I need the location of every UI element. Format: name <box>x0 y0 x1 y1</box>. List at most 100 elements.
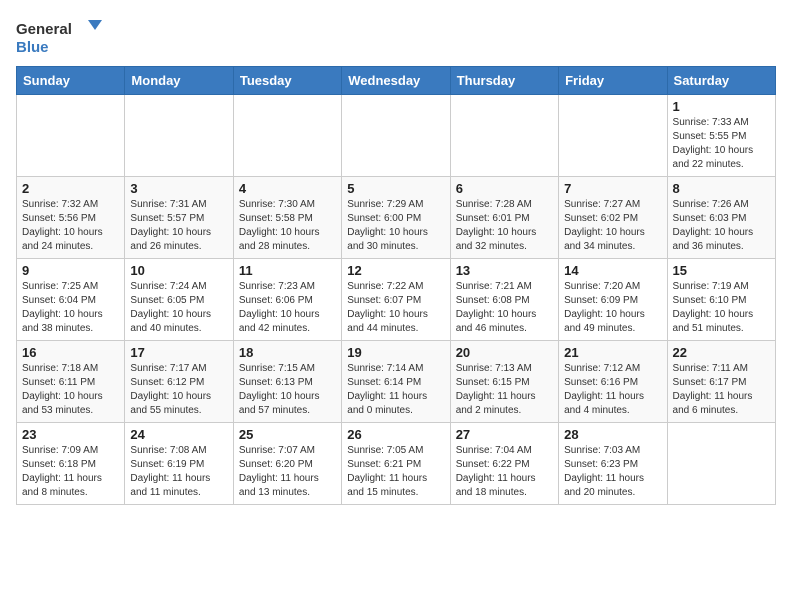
day-number: 18 <box>239 345 336 360</box>
calendar-cell: 26 Sunrise: 7:05 AM Sunset: 6:21 PM Dayli… <box>342 423 450 505</box>
calendar-cell <box>342 95 450 177</box>
calendar-cell: 7 Sunrise: 7:27 AM Sunset: 6:02 PM Daylig… <box>559 177 667 259</box>
day-info: Sunrise: 7:17 AM Sunset: 6:12 PM Dayligh… <box>130 362 227 418</box>
day-number: 12 <box>347 263 444 278</box>
calendar-cell: 9Sunrise: 7:25 AM Sunset: 6:04 PM Daylig… <box>17 259 125 341</box>
day-info: Sunrise: 7:05 AM Sunset: 6:21 PM Dayligh… <box>347 444 444 500</box>
day-number: 26 <box>347 427 444 442</box>
calendar-cell <box>125 95 233 177</box>
day-number: 2 <box>22 181 119 196</box>
weekday-header-wednesday: Wednesday <box>342 67 450 95</box>
weekday-header-friday: Friday <box>559 67 667 95</box>
calendar-cell <box>450 95 558 177</box>
weekday-header-saturday: Saturday <box>667 67 775 95</box>
calendar-table: SundayMondayTuesdayWednesdayThursdayFrid… <box>16 66 776 505</box>
calendar-cell: 28 Sunrise: 7:03 AM Sunset: 6:23 PM Dayli… <box>559 423 667 505</box>
calendar-cell: 4 Sunrise: 7:30 AM Sunset: 5:58 PM Daylig… <box>233 177 341 259</box>
day-info: Sunrise: 7:11 AM Sunset: 6:17 PM Dayligh… <box>673 362 770 418</box>
day-info: Sunrise: 7:30 AM Sunset: 5:58 PM Dayligh… <box>239 198 336 254</box>
weekday-header-row: SundayMondayTuesdayWednesdayThursdayFrid… <box>17 67 776 95</box>
weekday-header-tuesday: Tuesday <box>233 67 341 95</box>
day-info: Sunrise: 7:28 AM Sunset: 6:01 PM Dayligh… <box>456 198 553 254</box>
calendar-cell: 11Sunrise: 7:23 AM Sunset: 6:06 PM Dayli… <box>233 259 341 341</box>
day-number: 16 <box>22 345 119 360</box>
day-info: Sunrise: 7:08 AM Sunset: 6:19 PM Dayligh… <box>130 444 227 500</box>
calendar-cell: 8 Sunrise: 7:26 AM Sunset: 6:03 PM Daylig… <box>667 177 775 259</box>
day-number: 22 <box>673 345 770 360</box>
calendar-cell: 5 Sunrise: 7:29 AM Sunset: 6:00 PM Daylig… <box>342 177 450 259</box>
day-number: 1 <box>673 99 770 114</box>
calendar-cell: 21Sunrise: 7:12 AM Sunset: 6:16 PM Dayli… <box>559 341 667 423</box>
day-number: 9 <box>22 263 119 278</box>
day-info: Sunrise: 7:23 AM Sunset: 6:06 PM Dayligh… <box>239 280 336 336</box>
day-number: 3 <box>130 181 227 196</box>
day-number: 19 <box>347 345 444 360</box>
calendar-cell: 18 Sunrise: 7:15 AM Sunset: 6:13 PM Dayli… <box>233 341 341 423</box>
day-number: 27 <box>456 427 553 442</box>
day-info: Sunrise: 7:24 AM Sunset: 6:05 PM Dayligh… <box>130 280 227 336</box>
day-info: Sunrise: 7:18 AM Sunset: 6:11 PM Dayligh… <box>22 362 119 418</box>
day-info: Sunrise: 7:14 AM Sunset: 6:14 PM Dayligh… <box>347 362 444 418</box>
calendar-cell: 12 Sunrise: 7:22 AM Sunset: 6:07 PM Dayli… <box>342 259 450 341</box>
day-info: Sunrise: 7:26 AM Sunset: 6:03 PM Dayligh… <box>673 198 770 254</box>
calendar-cell <box>17 95 125 177</box>
weekday-header-monday: Monday <box>125 67 233 95</box>
day-info: Sunrise: 7:04 AM Sunset: 6:22 PM Dayligh… <box>456 444 553 500</box>
day-number: 6 <box>456 181 553 196</box>
calendar-cell: 1 Sunrise: 7:33 AM Sunset: 5:55 PM Daylig… <box>667 95 775 177</box>
day-number: 7 <box>564 181 661 196</box>
day-info: Sunrise: 7:12 AM Sunset: 6:16 PM Dayligh… <box>564 362 661 418</box>
day-number: 25 <box>239 427 336 442</box>
day-number: 13 <box>456 263 553 278</box>
page-header: General Blue <box>16 16 776 58</box>
calendar-cell: 20Sunrise: 7:13 AM Sunset: 6:15 PM Dayli… <box>450 341 558 423</box>
calendar-cell: 6 Sunrise: 7:28 AM Sunset: 6:01 PM Daylig… <box>450 177 558 259</box>
week-row-5: 23Sunrise: 7:09 AM Sunset: 6:18 PM Dayli… <box>17 423 776 505</box>
calendar-cell: 27 Sunrise: 7:04 AM Sunset: 6:22 PM Dayli… <box>450 423 558 505</box>
day-number: 15 <box>673 263 770 278</box>
calendar-cell: 3 Sunrise: 7:31 AM Sunset: 5:57 PM Daylig… <box>125 177 233 259</box>
day-info: Sunrise: 7:32 AM Sunset: 5:56 PM Dayligh… <box>22 198 119 254</box>
calendar-cell: 10 Sunrise: 7:24 AM Sunset: 6:05 PM Dayli… <box>125 259 233 341</box>
week-row-4: 16 Sunrise: 7:18 AM Sunset: 6:11 PM Dayli… <box>17 341 776 423</box>
day-info: Sunrise: 7:07 AM Sunset: 6:20 PM Dayligh… <box>239 444 336 500</box>
day-info: Sunrise: 7:03 AM Sunset: 6:23 PM Dayligh… <box>564 444 661 500</box>
day-info: Sunrise: 7:22 AM Sunset: 6:07 PM Dayligh… <box>347 280 444 336</box>
day-info: Sunrise: 7:21 AM Sunset: 6:08 PM Dayligh… <box>456 280 553 336</box>
logo-svg: General Blue <box>16 16 106 58</box>
calendar-cell: 14 Sunrise: 7:20 AM Sunset: 6:09 PM Dayli… <box>559 259 667 341</box>
week-row-2: 2 Sunrise: 7:32 AM Sunset: 5:56 PM Daylig… <box>17 177 776 259</box>
weekday-header-sunday: Sunday <box>17 67 125 95</box>
svg-text:General: General <box>16 21 72 38</box>
day-number: 8 <box>673 181 770 196</box>
day-info: Sunrise: 7:27 AM Sunset: 6:02 PM Dayligh… <box>564 198 661 254</box>
day-number: 10 <box>130 263 227 278</box>
calendar-cell: 13 Sunrise: 7:21 AM Sunset: 6:08 PM Dayli… <box>450 259 558 341</box>
day-number: 4 <box>239 181 336 196</box>
day-number: 28 <box>564 427 661 442</box>
day-info: Sunrise: 7:15 AM Sunset: 6:13 PM Dayligh… <box>239 362 336 418</box>
calendar-cell <box>559 95 667 177</box>
day-number: 14 <box>564 263 661 278</box>
day-info: Sunrise: 7:19 AM Sunset: 6:10 PM Dayligh… <box>673 280 770 336</box>
day-number: 23 <box>22 427 119 442</box>
calendar-cell: 2 Sunrise: 7:32 AM Sunset: 5:56 PM Daylig… <box>17 177 125 259</box>
logo: General Blue <box>16 16 106 58</box>
day-number: 5 <box>347 181 444 196</box>
calendar-cell: 16 Sunrise: 7:18 AM Sunset: 6:11 PM Dayli… <box>17 341 125 423</box>
day-info: Sunrise: 7:29 AM Sunset: 6:00 PM Dayligh… <box>347 198 444 254</box>
calendar-cell <box>667 423 775 505</box>
day-info: Sunrise: 7:20 AM Sunset: 6:09 PM Dayligh… <box>564 280 661 336</box>
week-row-1: 1 Sunrise: 7:33 AM Sunset: 5:55 PM Daylig… <box>17 95 776 177</box>
day-info: Sunrise: 7:31 AM Sunset: 5:57 PM Dayligh… <box>130 198 227 254</box>
calendar-cell: 19 Sunrise: 7:14 AM Sunset: 6:14 PM Dayli… <box>342 341 450 423</box>
week-row-3: 9Sunrise: 7:25 AM Sunset: 6:04 PM Daylig… <box>17 259 776 341</box>
svg-text:Blue: Blue <box>16 39 49 56</box>
day-number: 17 <box>130 345 227 360</box>
calendar-cell: 23Sunrise: 7:09 AM Sunset: 6:18 PM Dayli… <box>17 423 125 505</box>
day-info: Sunrise: 7:33 AM Sunset: 5:55 PM Dayligh… <box>673 116 770 172</box>
calendar-cell: 15 Sunrise: 7:19 AM Sunset: 6:10 PM Dayli… <box>667 259 775 341</box>
calendar-cell <box>233 95 341 177</box>
calendar-cell: 25 Sunrise: 7:07 AM Sunset: 6:20 PM Dayli… <box>233 423 341 505</box>
weekday-header-thursday: Thursday <box>450 67 558 95</box>
